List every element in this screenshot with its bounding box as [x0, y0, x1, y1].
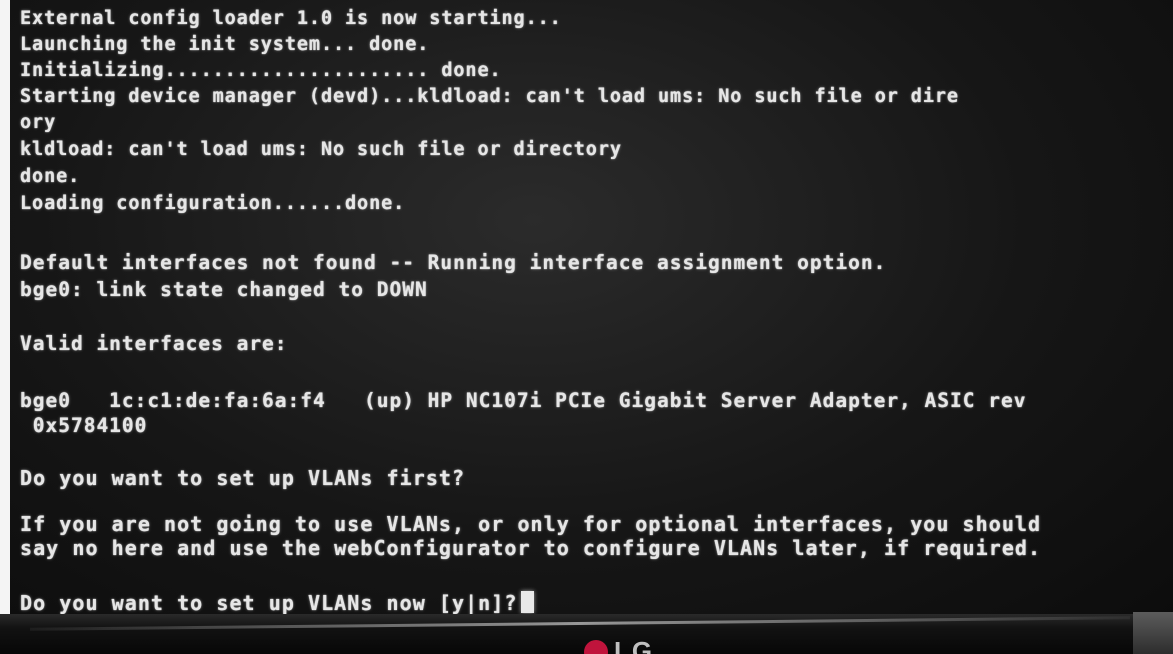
console-prompt: Do you want to set up VLANs now [y|n]? [20, 591, 518, 615]
bezel-corner [1133, 612, 1173, 654]
text-cursor [521, 591, 535, 613]
console-prompt-line[interactable]: Do you want to set up VLANs now [y|n]? [20, 591, 535, 615]
console-screen[interactable]: External config loader 1.0 is now starti… [10, 0, 1173, 628]
console-line: External config loader 1.0 is now starti… [20, 8, 562, 29]
console-line: ory [20, 112, 57, 133]
lg-logo-icon [584, 640, 608, 654]
console-line: bge0 1c:c1:de:fa:6a:f4 (up) HP NC107i PC… [20, 389, 1027, 412]
console-line: Do you want to set up VLANs first? [20, 466, 466, 490]
console-line: Loading configuration......done. [20, 193, 406, 214]
console-line: If you are not going to use VLANs, or on… [20, 512, 1042, 536]
console-line: Valid interfaces are: [20, 332, 288, 355]
monitor-brand: LG [614, 636, 655, 654]
console-line: say no here and use the webConfigurator … [20, 536, 1042, 560]
console-line: done. [20, 166, 81, 187]
console-output: External config loader 1.0 is now starti… [20, 2, 1173, 613]
console-line: kldload: can't load ums: No such file or… [20, 139, 622, 160]
console-line: Default interfaces not found -- Running … [20, 251, 887, 274]
monitor-logo: LG [584, 636, 654, 654]
console-line: Launching the init system... done. [20, 34, 430, 55]
console-line: bge0: link state changed to DOWN [20, 278, 428, 301]
console-line: Starting device manager (devd)...kldload… [20, 86, 959, 107]
console-line: 0x5784100 [20, 414, 148, 437]
console-line: Initializing...................... done. [20, 60, 502, 81]
photo: External config loader 1.0 is now starti… [0, 0, 1173, 654]
